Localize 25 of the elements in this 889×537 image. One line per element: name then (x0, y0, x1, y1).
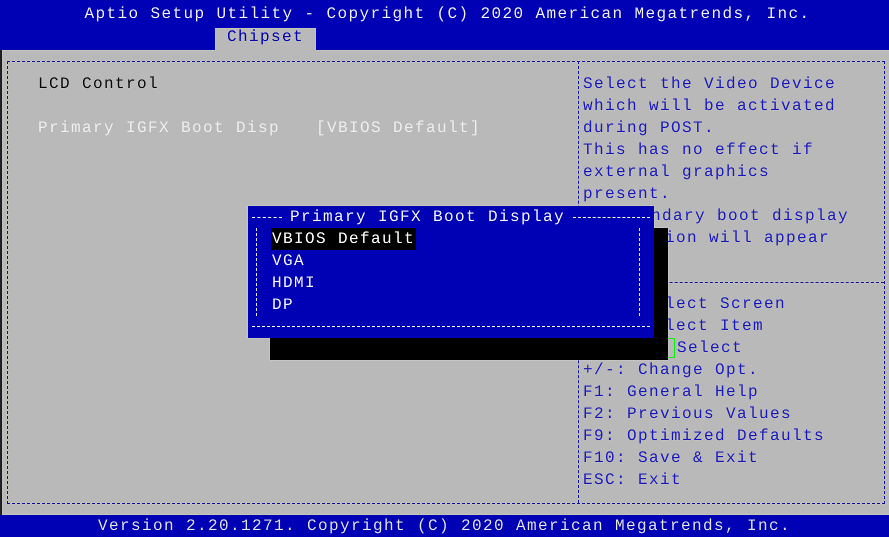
window-title: Aptio Setup Utility - Copyright (C) 2020 American Megatrends, Inc. (84, 5, 811, 23)
section-title: LCD Control (38, 74, 160, 95)
help-text: This has no effect if (583, 140, 814, 161)
help-text: Select (677, 338, 744, 359)
help-text: ESC: Exit (583, 470, 682, 491)
help-text: lect Screen (665, 294, 786, 315)
help-text: during POST. (583, 118, 716, 139)
help-text: F1: General Help (583, 382, 760, 403)
popup-option[interactable]: HDMI (271, 272, 318, 294)
help-text: which will be activated (583, 96, 836, 117)
help-text: external graphics (583, 162, 770, 183)
footer-text: Version 2.20.1271. Copyright (C) 2020 American Megatrends, Inc. (98, 517, 792, 535)
popup-option[interactable]: VBIOS Default (271, 228, 416, 250)
popup-option[interactable]: VGA (271, 250, 306, 272)
help-text: F2: Previous Values (583, 404, 792, 425)
help-text: ion will appear (665, 228, 830, 249)
menu-tab[interactable]: Chipset (215, 28, 316, 50)
help-text: F9: Optimized Defaults (583, 426, 826, 447)
popup-title: Primary IGFX Boot Display (290, 208, 566, 226)
help-text: Select the Video Device (583, 74, 836, 95)
help-text: +/-: Change Opt. (583, 360, 760, 381)
help-text: F10: Save & Exit (583, 448, 760, 469)
popup-option[interactable]: DP (271, 294, 296, 316)
help-text: lect Item (665, 316, 764, 337)
help-text: present. (583, 184, 672, 205)
